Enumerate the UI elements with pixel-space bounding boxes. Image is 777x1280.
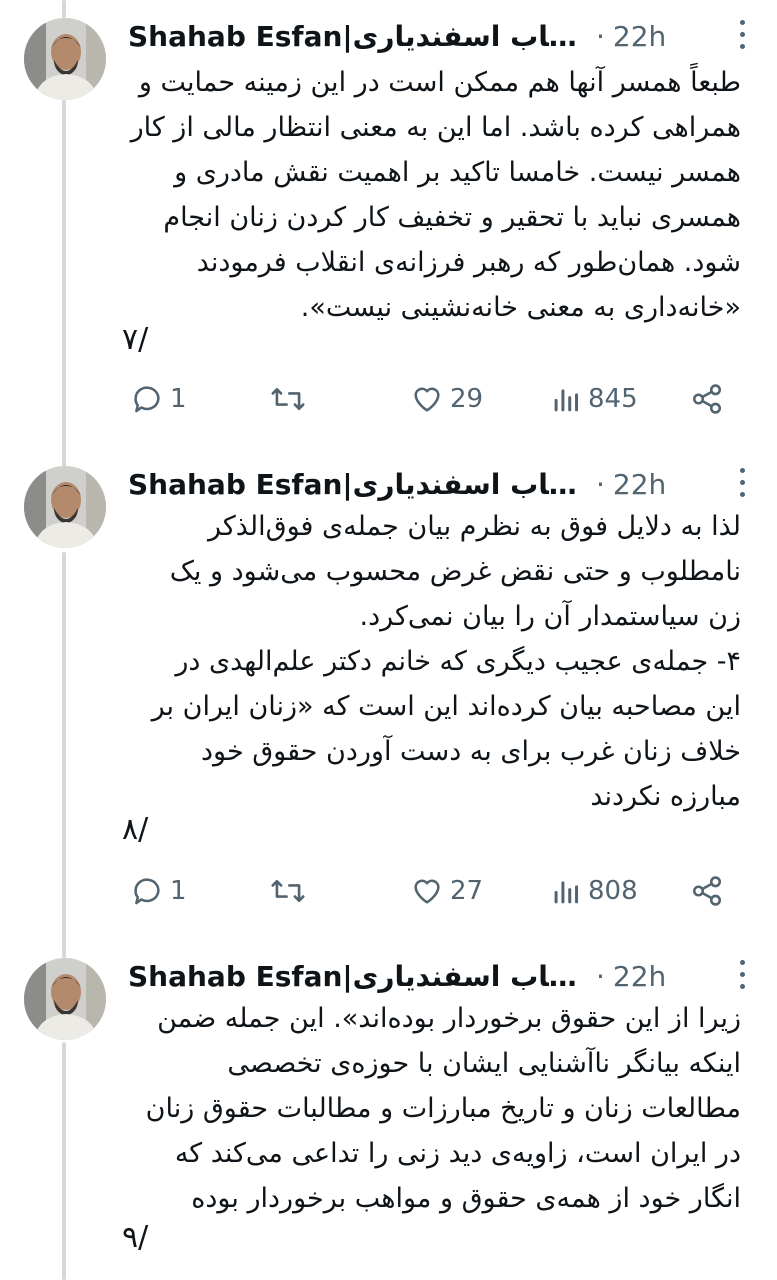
reply-count: 1 bbox=[170, 384, 187, 414]
reply-button[interactable]: 1 bbox=[130, 382, 187, 416]
tweet-text: طبعاً همسر آنها هم ممکن است در این زمینه… bbox=[130, 67, 741, 323]
tweet-text: لذا به دلایل فوق به نظرم بیان جمله‌ی فوق… bbox=[151, 511, 741, 812]
like-button[interactable]: 29 bbox=[410, 382, 483, 416]
heart-icon bbox=[414, 387, 440, 412]
tweet[interactable]: Shahab Esfan|شهاب اسفندیاری... · 22h لذا… bbox=[0, 464, 777, 934]
like-button[interactable]: 27 bbox=[410, 874, 483, 908]
view-count: 808 bbox=[588, 876, 638, 906]
reply-button[interactable]: 1 bbox=[130, 874, 187, 908]
tweet[interactable]: Shahab Esfan|شهاب اسفندیاری... · 22h طبع… bbox=[0, 16, 777, 446]
reply-icon bbox=[134, 878, 160, 905]
thread-number: ۷/ bbox=[122, 322, 149, 357]
separator-dot: · bbox=[596, 959, 605, 993]
separator-dot: · bbox=[596, 19, 605, 53]
author-name[interactable]: Shahab Esfan|شهاب اسفندیاری... bbox=[128, 20, 588, 53]
tweet-text: زیرا از این حقوق برخوردار بوده‌اند». این… bbox=[145, 1003, 741, 1214]
avatar[interactable] bbox=[24, 466, 106, 548]
more-options-icon[interactable] bbox=[737, 20, 747, 54]
tweet-header: Shahab Esfan|شهاب اسفندیاری... · 22h bbox=[128, 16, 737, 56]
tweet[interactable]: Shahab Esfan|شهاب اسفندیاری... · 22h زیر… bbox=[0, 956, 777, 1280]
avatar-photo bbox=[24, 466, 106, 548]
like-count: 29 bbox=[450, 384, 484, 414]
heart-icon bbox=[414, 879, 440, 904]
more-options-icon[interactable] bbox=[737, 960, 747, 994]
timestamp[interactable]: 22h bbox=[613, 20, 666, 53]
views-button[interactable]: 808 bbox=[552, 874, 638, 908]
reply-icon bbox=[134, 386, 160, 413]
action-bar: 1 27 808 bbox=[118, 874, 737, 914]
retweet-icon bbox=[271, 879, 305, 903]
separator-dot: · bbox=[596, 467, 605, 501]
thread-number: ۸/ bbox=[122, 812, 149, 847]
views-button[interactable]: 845 bbox=[552, 382, 638, 416]
author-name[interactable]: Shahab Esfan|شهاب اسفندیاری... bbox=[128, 960, 588, 993]
avatar[interactable] bbox=[24, 958, 106, 1040]
tweet-header: Shahab Esfan|شهاب اسفندیاری... · 22h bbox=[128, 464, 737, 504]
share-button[interactable] bbox=[690, 874, 724, 908]
retweet-button[interactable] bbox=[270, 874, 312, 908]
view-count: 845 bbox=[588, 384, 638, 414]
like-count: 27 bbox=[450, 876, 484, 906]
more-options-icon[interactable] bbox=[737, 468, 747, 502]
share-icon bbox=[692, 876, 722, 906]
share-button[interactable] bbox=[690, 382, 724, 416]
avatar-photo bbox=[24, 18, 106, 100]
author-name[interactable]: Shahab Esfan|شهاب اسفندیاری... bbox=[128, 468, 588, 501]
retweet-icon bbox=[271, 387, 305, 411]
timestamp[interactable]: 22h bbox=[613, 960, 666, 993]
tweet-header: Shahab Esfan|شهاب اسفندیاری... · 22h bbox=[128, 956, 737, 996]
views-icon bbox=[554, 389, 579, 412]
reply-count: 1 bbox=[170, 876, 187, 906]
action-bar: 1 29 845 bbox=[118, 382, 737, 422]
share-icon bbox=[692, 384, 722, 414]
avatar-photo bbox=[24, 958, 106, 1040]
timestamp[interactable]: 22h bbox=[613, 468, 666, 501]
thread-number: ۹/ bbox=[122, 1220, 149, 1255]
views-icon bbox=[554, 881, 579, 904]
retweet-button[interactable] bbox=[270, 382, 312, 416]
avatar[interactable] bbox=[24, 18, 106, 100]
